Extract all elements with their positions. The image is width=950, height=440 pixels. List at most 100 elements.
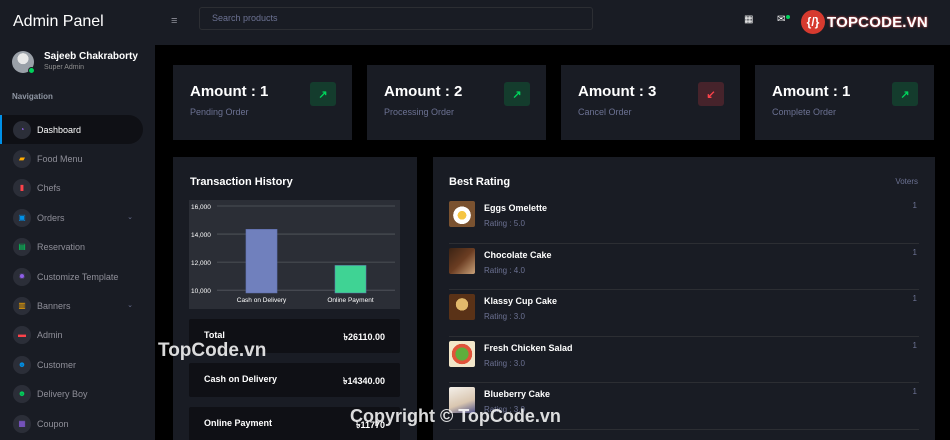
profile-role: Super Admin <box>44 64 85 71</box>
sidebar-item-label: Coupon <box>37 418 69 429</box>
sidebar-item-coupon[interactable]: ▦ Coupon <box>0 409 155 438</box>
arrow-up-right-icon: ↗ <box>310 82 336 106</box>
voters-header: Voters <box>895 177 918 186</box>
banner-icon: ▥ <box>13 297 31 316</box>
sidebar-item-customer[interactable]: ☻ Customer <box>0 350 155 379</box>
profile-name: Sajeeb Chakraborty <box>44 51 138 62</box>
avatar[interactable] <box>12 51 35 74</box>
food-rating: Rating : 3.0 <box>484 358 525 368</box>
stat-label: Processing Order <box>384 107 455 117</box>
stat-card[interactable]: Amount : 3 Cancel Order ↙ <box>561 65 740 140</box>
food-thumbnail <box>449 294 475 320</box>
stat-label: Cancel Order <box>578 107 632 117</box>
user-profile[interactable]: Sajeeb Chakraborty Super Admin <box>12 51 138 74</box>
chevron-down-icon[interactable]: ⌄ <box>127 213 133 221</box>
sidebar-item-label: Chefs <box>37 183 61 194</box>
cash-on-delivery-label: Cash on Delivery <box>204 374 278 384</box>
vote-count: 1 <box>912 340 917 350</box>
sidebar-item-banners[interactable]: ▥ Banners ⌄ <box>0 291 155 320</box>
food-name: Eggs Omelette <box>484 203 548 213</box>
cash-on-delivery-value: ৳14340.00 <box>342 376 385 386</box>
sidebar-item-delivery-boy[interactable]: ☻ Delivery Boy <box>0 380 155 409</box>
food-name: Klassy Cup Cake <box>484 296 558 306</box>
topbar: ≡ Search products ▦ ✉ {/} TOPCODE.VN <box>155 0 950 45</box>
sidebar-item-label: Admin <box>37 330 63 341</box>
sidebar-item-label: Customer <box>37 359 77 370</box>
customer-icon: ☻ <box>13 355 31 374</box>
total-value: ৳26110.00 <box>343 332 385 342</box>
watermark-primary: TopCode.vn <box>158 340 267 361</box>
vote-count: 1 <box>912 247 917 257</box>
transaction-history-panel: Transaction History 10,000 12,000 14,000 16… <box>173 157 417 440</box>
sidebar-item-label: Orders <box>37 212 65 223</box>
arrow-down-left-icon: ↙ <box>698 82 724 106</box>
mail-icon[interactable]: ✉ <box>777 14 785 25</box>
sidebar-item-customize-template[interactable]: ✹ Customize Template <box>0 262 155 291</box>
chevron-down-icon[interactable]: ⌄ <box>127 301 133 309</box>
transaction-history-title: Transaction History <box>190 176 293 188</box>
sidebar-item-orders[interactable]: ▣ Orders ⌄ <box>0 203 155 232</box>
admin-dashboard: Admin Panel Sajeeb Chakraborty Super Adm… <box>0 0 950 440</box>
food-rating: Rating : 3.0 <box>484 312 525 321</box>
best-rating-title: Best Rating <box>449 176 511 188</box>
stat-amount: Amount : 2 <box>384 83 463 100</box>
list-item[interactable]: Fresh Chicken Salad Rating : 3.0 1 <box>449 337 919 383</box>
list-item[interactable]: Chocolate Cake Rating : 4.0 1 <box>449 244 919 290</box>
admin-icon: ▬ <box>13 326 31 345</box>
chart-icon: ▮ <box>13 179 31 198</box>
stat-label: Pending Order <box>190 107 249 117</box>
list-item[interactable]: Eggs Omelette Rating : 5.0 1 <box>449 197 919 244</box>
sidebar: Admin Panel Sajeeb Chakraborty Super Adm… <box>0 0 155 440</box>
food-rating: Rating : 4.0 <box>484 265 525 275</box>
settings-icon: ✹ <box>13 267 31 286</box>
logo-text: TOPCODE.VN <box>827 13 928 31</box>
sidebar-item-chefs[interactable]: ▮ Chefs <box>0 174 155 203</box>
delivery-icon: ☻ <box>13 385 31 404</box>
chart-bar <box>334 265 367 294</box>
food-thumbnail <box>449 201 475 227</box>
menu-toggle-icon[interactable]: ≡ <box>171 15 177 27</box>
list-item[interactable]: Klassy Cup Cake Rating : 3.0 1 <box>449 290 919 337</box>
food-icon: ▰ <box>13 150 31 169</box>
chart-bar <box>245 229 278 294</box>
topcode-logo: {/} TOPCODE.VN <box>801 10 928 34</box>
sidebar-item-reservation[interactable]: ▤ Reservation <box>0 233 155 262</box>
best-rating-panel: Best Rating Voters Eggs Omelette Rating :… <box>433 157 935 440</box>
sidebar-item-label: Dashboard <box>37 124 82 135</box>
sidebar-item-dashboard[interactable]: ◔ Dashboard <box>0 115 143 145</box>
transaction-chart[interactable]: 10,000 12,000 14,000 16,000 Cash on Delivery… <box>189 200 400 309</box>
y-tick-label: 14,000 <box>191 232 211 239</box>
stat-card[interactable]: Amount : 1 Pending Order ↗ <box>173 65 352 140</box>
sidebar-nav: ◔ Dashboard ▰ Food Menu ▮ Chefs ▣ Orders ⌄ ▤ Reser… <box>0 115 155 438</box>
coupon-icon: ▦ <box>13 414 31 433</box>
vote-count: 1 <box>912 294 917 303</box>
total-label: Total <box>204 330 225 340</box>
online-status-dot <box>28 67 35 74</box>
mail-notification-dot <box>786 15 790 19</box>
food-thumbnail <box>449 340 475 367</box>
sidebar-item-food-menu[interactable]: ▰ Food Menu <box>0 144 155 173</box>
stat-amount: Amount : 3 <box>578 83 657 100</box>
sidebar-item-label: Customize Template <box>37 271 119 282</box>
x-tick-label: Cash on Delivery <box>237 297 287 304</box>
stat-card[interactable]: Amount : 2 Processing Order ↗ <box>367 65 546 140</box>
grid-icon[interactable]: ▦ <box>744 14 753 25</box>
arrow-up-right-icon: ↗ <box>504 82 530 106</box>
brand-title[interactable]: Admin Panel <box>13 13 104 31</box>
sidebar-item-label: Reservation <box>37 242 86 253</box>
sidebar-item-admin[interactable]: ▬ Admin <box>0 321 155 350</box>
y-tick-label: 16,000 <box>191 204 211 211</box>
watermark-copyright: Copyright © TopCode.vn <box>350 406 561 426</box>
food-thumbnail <box>449 247 475 274</box>
orders-icon: ▣ <box>13 208 31 227</box>
stat-card[interactable]: Amount : 1 Complete Order ↗ <box>755 65 934 140</box>
speedometer-icon: ◔ <box>13 120 31 139</box>
vote-count: 1 <box>912 387 917 396</box>
food-rating: Rating : 5.0 <box>484 219 525 228</box>
vote-count: 1 <box>912 201 917 210</box>
cash-on-delivery-row: Cash on Delivery ৳14340.00 <box>189 363 400 397</box>
search-input[interactable]: Search products <box>199 7 593 30</box>
stat-amount: Amount : 1 <box>190 83 269 100</box>
y-tick-label: 10,000 <box>191 288 211 295</box>
rating-list: Eggs Omelette Rating : 5.0 1 Chocolate Cake… <box>449 197 919 430</box>
